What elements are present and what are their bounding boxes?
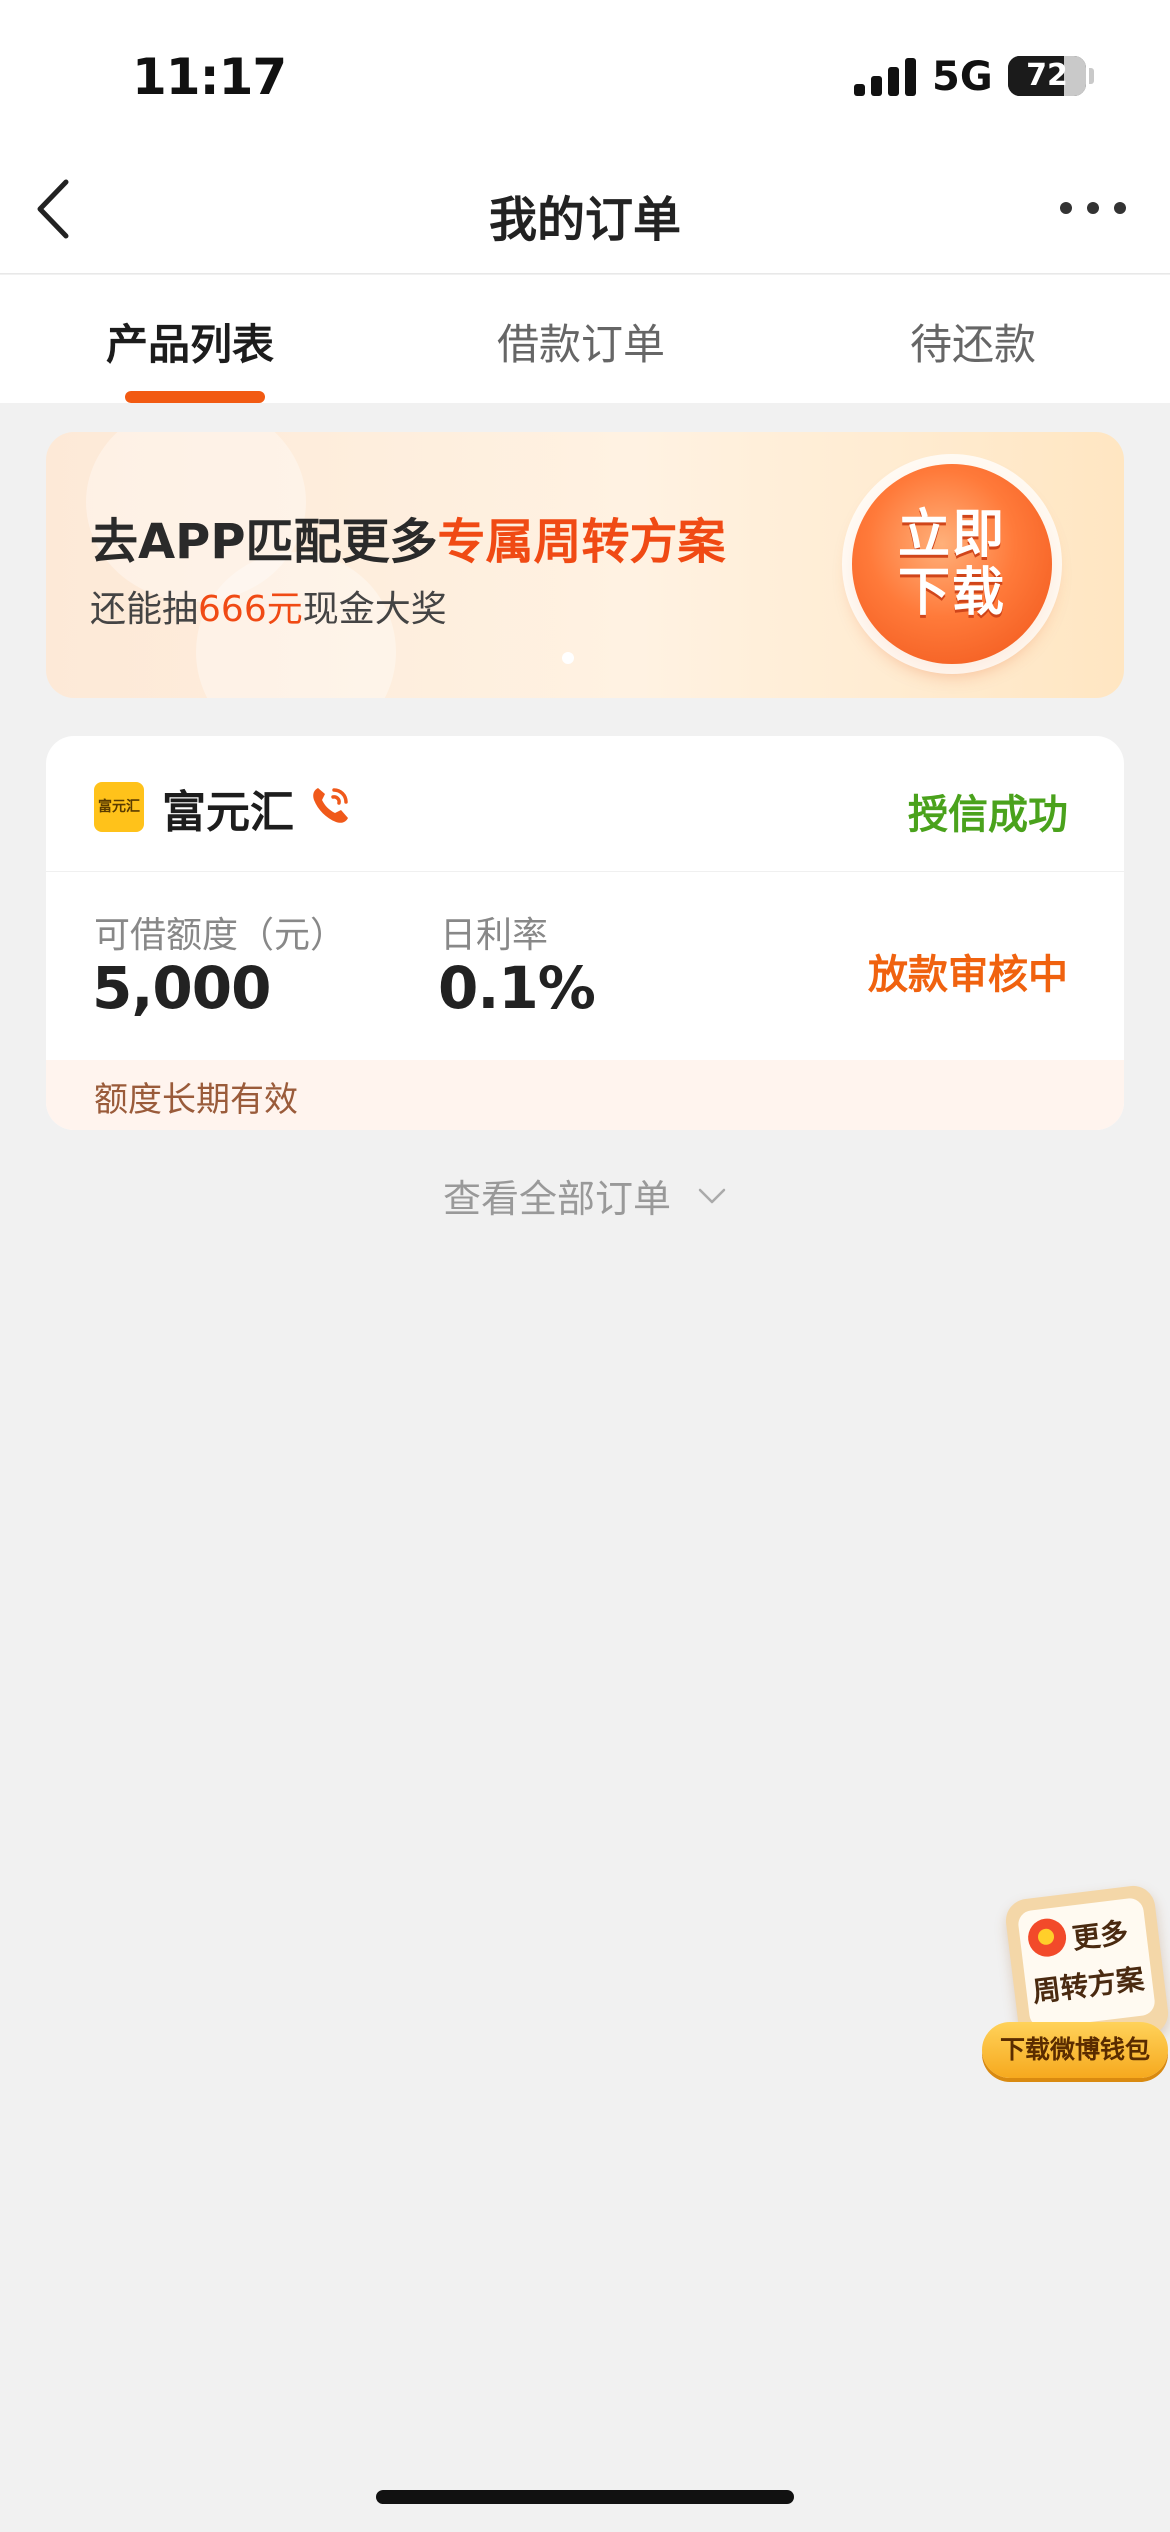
daily-rate-label: 日利率 — [440, 915, 549, 956]
product-card-footer: 额度长期有效 — [46, 1060, 1124, 1130]
download-now-button[interactable]: 立即 下载 — [852, 464, 1052, 664]
product-card[interactable]: 富元汇 富元汇 授信成功 可借额度（元） 5,000 日利率 0.1% 放款审核… — [46, 736, 1124, 1130]
more-dots-icon[interactable] — [1058, 200, 1128, 216]
floating-promo[interactable]: 更多 周转方案 下载微博钱包 — [982, 1883, 1170, 2092]
download-now-label: 立即 下载 — [897, 505, 1006, 623]
status-bar: 11:17 5G 72 — [0, 0, 1170, 150]
banner-subtitle-prefix: 还能抽 — [90, 589, 199, 630]
view-all-orders-label: 查看全部订单 — [442, 1177, 671, 1221]
nav-bar: 我的订单 — [0, 150, 1170, 274]
credit-status: 授信成功 — [908, 792, 1068, 838]
banner-subtitle-suffix: 现金大奖 — [302, 589, 447, 630]
my-orders-page: 11:17 5G 72 我的订单 产品列表 借款订单 待还款 去APP匹配更多专… — [0, 0, 1170, 2532]
promo-line2: 周转方案 — [1030, 1962, 1146, 2009]
battery-icon: 72 — [1008, 56, 1086, 96]
limit-value: 5,000 — [92, 954, 271, 1022]
banner-title: 去APP匹配更多专属周转方案 — [90, 502, 726, 572]
order-tabs: 产品列表 借款订单 待还款 — [0, 275, 1170, 403]
limit-label: 可借额度（元） — [94, 915, 347, 956]
download-wallet-button[interactable]: 下载微博钱包 — [982, 2022, 1168, 2078]
banner-title-text: 去APP匹配更多 — [90, 514, 438, 570]
chevron-down-icon — [698, 1188, 726, 1203]
phone-icon[interactable] — [308, 782, 354, 828]
product-card-header: 富元汇 富元汇 授信成功 — [46, 736, 1124, 872]
battery-cap — [1089, 68, 1094, 84]
wallet-logo-icon — [1025, 1916, 1069, 1959]
tab-product-list[interactable]: 产品列表 — [106, 311, 274, 372]
product-name: 富元汇 — [162, 787, 294, 838]
loan-status: 放款审核中 — [868, 952, 1068, 998]
banner-title-highlight: 专属周转方案 — [437, 514, 726, 570]
promo-card-inner: 更多 周转方案 — [1016, 1896, 1157, 2030]
banner-subtitle: 还能抽666元现金大奖 — [90, 580, 447, 632]
banner-subtitle-highlight: 666元 — [198, 589, 303, 630]
status-time: 11:17 — [132, 48, 287, 106]
limit-validity: 额度长期有效 — [94, 1080, 298, 1120]
network-label: 5G — [932, 54, 993, 100]
home-indicator — [376, 2490, 794, 2504]
tab-loan-orders[interactable]: 借款订单 — [497, 311, 665, 372]
promo-line1: 更多 — [1070, 1915, 1131, 1956]
page-title: 我的订单 — [488, 192, 681, 248]
daily-rate-value: 0.1% — [438, 954, 596, 1022]
banner-page-indicator — [562, 652, 574, 664]
tab-pending-repayment[interactable]: 待还款 — [910, 311, 1036, 372]
promo-banner[interactable]: 去APP匹配更多专属周转方案 还能抽666元现金大奖 立即 下载 — [46, 432, 1124, 698]
view-all-orders-link[interactable]: 查看全部订单 — [0, 1168, 1170, 1223]
signal-icon — [854, 58, 916, 96]
product-logo: 富元汇 — [94, 782, 144, 832]
battery-level-text: 72 — [1026, 58, 1068, 93]
active-tab-indicator — [125, 391, 265, 403]
